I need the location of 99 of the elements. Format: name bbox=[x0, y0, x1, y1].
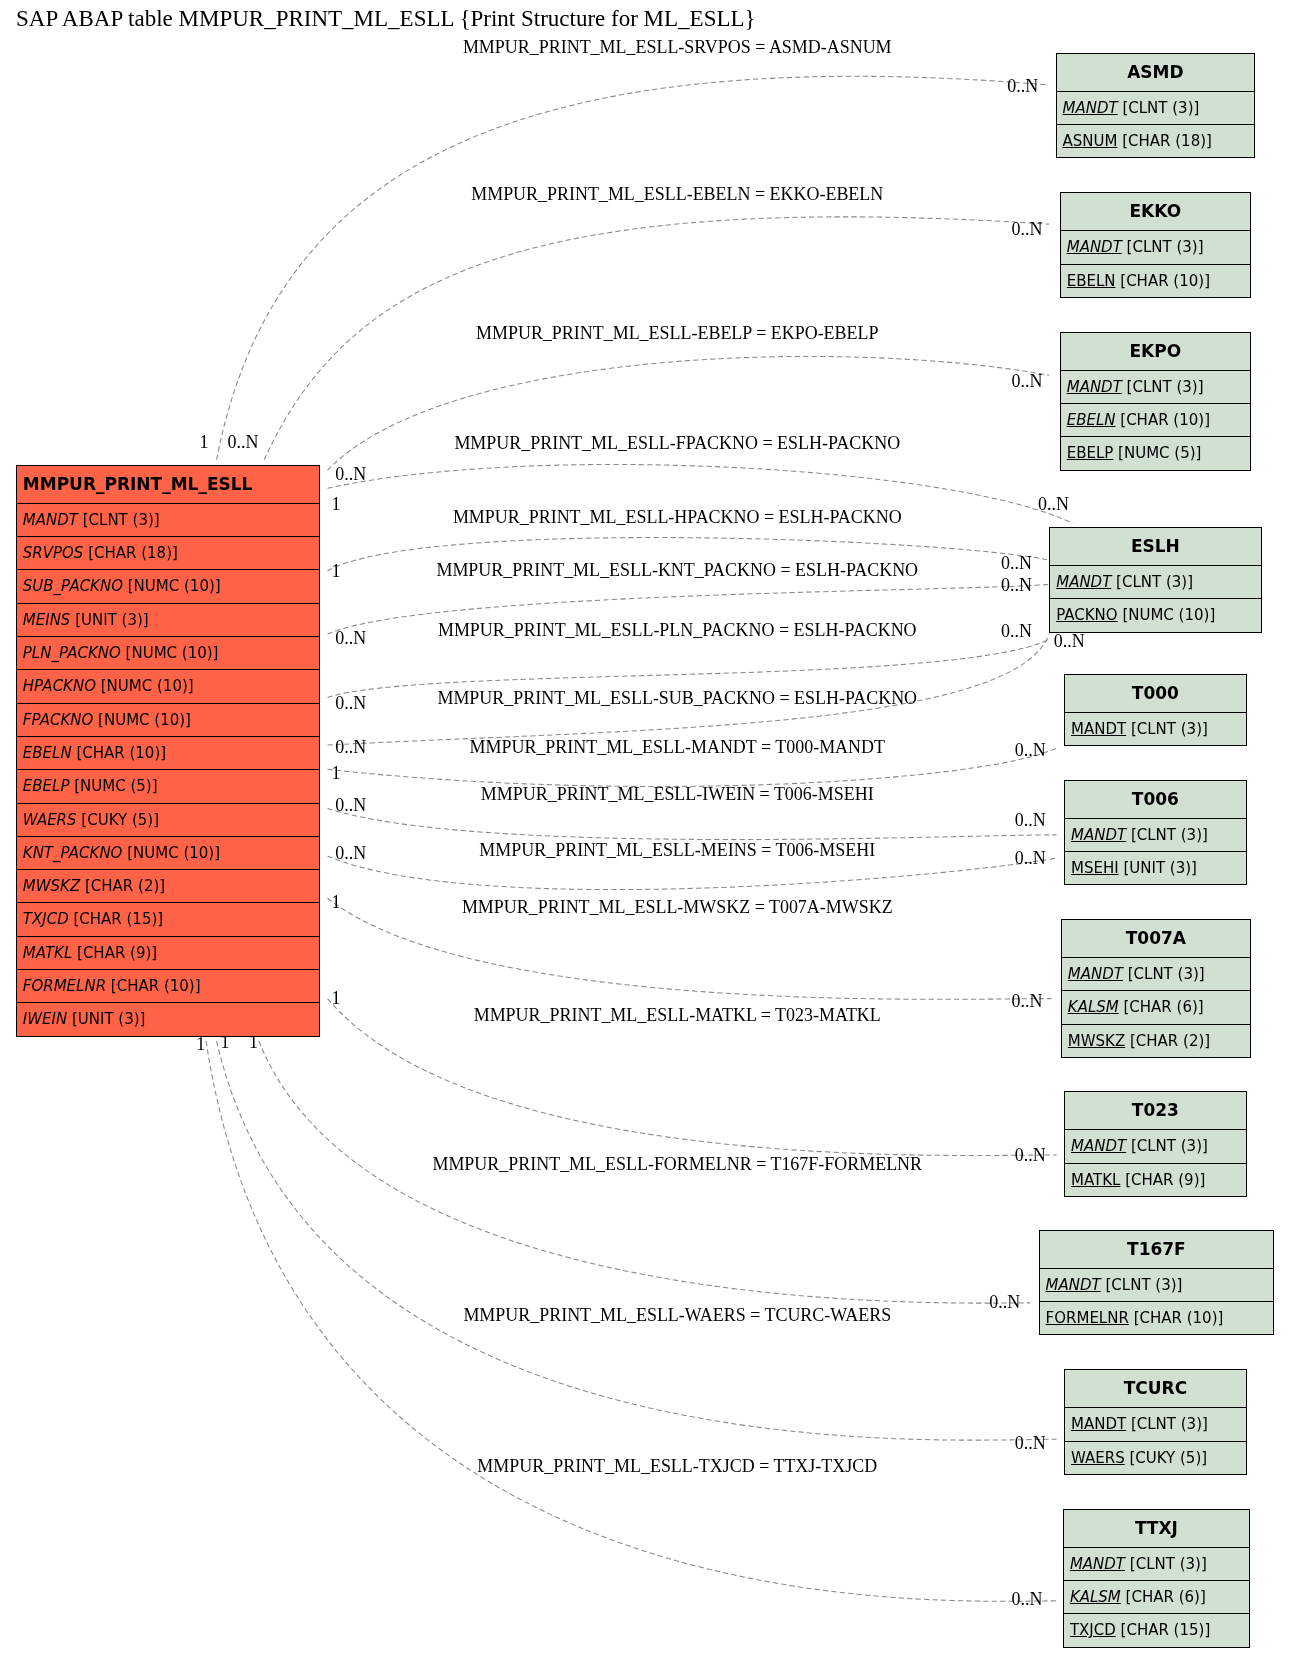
cardinality-label: 0..N bbox=[1011, 1589, 1043, 1610]
cardinality-label: 1 bbox=[331, 891, 341, 912]
relation-label: MMPUR_PRINT_ML_ESLL-KNT_PACKNO = ESLH-PACKNO bbox=[436, 560, 919, 580]
cardinality-label: 0..N bbox=[335, 794, 367, 815]
table-title: ASMD bbox=[1056, 53, 1255, 92]
table-field: EBELN [CHAR (10)] bbox=[16, 735, 320, 770]
table-field: FORMELNR [CHAR (10)] bbox=[16, 969, 320, 1003]
table-field: MSEHI [UNIT (3)] bbox=[1065, 851, 1246, 885]
table-field: MWSKZ [CHAR (2)] bbox=[16, 869, 320, 903]
table-field: KALSM [CHAR (6)] bbox=[1063, 1580, 1249, 1614]
table-field: MATKL [CHAR (9)] bbox=[1065, 1162, 1246, 1196]
table-field: EBELN [CHAR (10)] bbox=[1060, 403, 1250, 437]
relation-label: MMPUR_PRINT_ML_ESLL-FPACKNO = ESLH-PACKNO bbox=[454, 433, 901, 454]
table-field: KALSM [CHAR (6)] bbox=[1061, 990, 1250, 1024]
table-field: MATKL [CHAR (9)] bbox=[16, 935, 320, 970]
diagram-title: SAP ABAP table MMPUR_PRINT_ML_ESLL {Print Structure for ML_ESLL} bbox=[16, 6, 756, 32]
table-field: MANDT [CLNT (3)] bbox=[1063, 1547, 1249, 1581]
table-title: MMPUR_PRINT_ML_ESLL bbox=[16, 465, 320, 504]
relation-label: MMPUR_PRINT_ML_ESLL-TXJCD = TTXJ-TXJCD bbox=[477, 1455, 878, 1476]
table-field: MEINS [UNIT (3)] bbox=[16, 602, 320, 637]
table-field: HPACKNO [NUMC (10)] bbox=[16, 669, 320, 703]
relation-label: MMPUR_PRINT_ML_ESLL-SRVPOS = ASMD-ASNUM bbox=[462, 37, 892, 57]
cardinality-label: 1 bbox=[199, 432, 209, 453]
table-title: T006 bbox=[1065, 780, 1246, 819]
table-field: MANDT [CLNT (3)] bbox=[1065, 818, 1246, 851]
relation-label: MMPUR_PRINT_ML_ESLL-MATKL = T023-MATKL bbox=[473, 1004, 881, 1025]
table-field: SUB_PACKNO [NUMC (10)] bbox=[16, 569, 320, 603]
table-field: MWSKZ [CHAR (2)] bbox=[1061, 1023, 1250, 1058]
table-field: MANDT [CLNT (3)] bbox=[1065, 1130, 1246, 1163]
table-field: KNT_PACKNO [NUMC (10)] bbox=[16, 835, 320, 870]
relation-label: MMPUR_PRINT_ML_ESLL-WAERS = TCURC-WAERS bbox=[463, 1304, 892, 1325]
table-field: MANDT [CLNT (3)] bbox=[1065, 713, 1246, 746]
cardinality-label: 0..N bbox=[335, 463, 367, 484]
relation-label: MMPUR_PRINT_ML_ESLL-EBELN = EKKO-EBELN bbox=[471, 183, 884, 204]
cardinality-label: 0..N bbox=[1014, 848, 1046, 869]
cardinality-label: 0..N bbox=[1011, 370, 1043, 391]
cardinality-label: 1 bbox=[331, 494, 341, 515]
table-field: PLN_PACKNO [NUMC (10)] bbox=[16, 636, 320, 670]
table-title: T023 bbox=[1065, 1092, 1246, 1131]
cardinality-label: 0..N bbox=[227, 432, 259, 453]
cardinality-label: 0..N bbox=[989, 1292, 1021, 1313]
cardinality-label: 0..N bbox=[1014, 1145, 1046, 1166]
relation-label: MMPUR_PRINT_ML_ESLL-FORMELNR = T167F-FORMELNR bbox=[432, 1153, 923, 1174]
table-title: T167F bbox=[1039, 1230, 1274, 1269]
table-title: T000 bbox=[1065, 675, 1246, 714]
table-title: EKPO bbox=[1060, 332, 1250, 371]
table-field: TXJCD [CHAR (15)] bbox=[16, 902, 320, 936]
relation-label: MMPUR_PRINT_ML_ESLL-MANDT = T000-MANDT bbox=[469, 737, 885, 758]
table-field: FPACKNO [NUMC (10)] bbox=[16, 702, 320, 736]
table-title: EKKO bbox=[1060, 193, 1250, 232]
table-field: TXJCD [CHAR (15)] bbox=[1063, 1613, 1249, 1647]
cardinality-label: 0..N bbox=[1014, 739, 1046, 760]
table-field: WAERS [CUKY (5)] bbox=[16, 802, 320, 836]
table-field: EBELP [NUMC (5)] bbox=[1060, 436, 1250, 470]
cardinality-label: 0..N bbox=[1011, 991, 1043, 1012]
cardinality-label: 0..N bbox=[1000, 621, 1032, 642]
table-field: MANDT [CLNT (3)] bbox=[1060, 231, 1250, 264]
table-field: IWEIN [UNIT (3)] bbox=[16, 1002, 320, 1036]
table-title: T007A bbox=[1061, 920, 1250, 959]
cardinality-label: 0..N bbox=[1014, 810, 1046, 831]
table-title: TCURC bbox=[1065, 1370, 1246, 1409]
relation-label: MMPUR_PRINT_ML_ESLL-MWSKZ = T007A-MWSKZ bbox=[461, 897, 893, 917]
cardinality-label: 0..N bbox=[1037, 494, 1069, 515]
relation-label: MMPUR_PRINT_ML_ESLL-MEINS = T006-MSEHI bbox=[479, 839, 876, 860]
table-field: SRVPOS [CHAR (18)] bbox=[16, 536, 320, 570]
table-field: WAERS [CUKY (5)] bbox=[1065, 1440, 1246, 1474]
table-field: MANDT [CLNT (3)] bbox=[1061, 958, 1250, 991]
relation-label: MMPUR_PRINT_ML_ESLL-IWEIN = T006-MSEHI bbox=[480, 783, 874, 804]
table-field: MANDT [CLNT (3)] bbox=[1060, 370, 1250, 404]
table-field: MANDT [CLNT (3)] bbox=[1050, 566, 1261, 599]
cardinality-label: 0..N bbox=[335, 693, 367, 714]
cardinality-label: 0..N bbox=[335, 843, 367, 864]
cardinality-label: 0..N bbox=[335, 627, 367, 648]
relation-label: MMPUR_PRINT_ML_ESLL-SUB_PACKNO = ESLH-PACKNO bbox=[437, 687, 918, 708]
cardinality-label: 1 bbox=[196, 1034, 206, 1055]
table-field: PACKNO [NUMC (10)] bbox=[1050, 598, 1261, 632]
relation-label: MMPUR_PRINT_ML_ESLL-PLN_PACKNO = ESLH-PACKNO bbox=[437, 620, 917, 641]
table-title: ESLH bbox=[1050, 528, 1261, 567]
table-field: MANDT [CLNT (3)] bbox=[1056, 91, 1255, 125]
cardinality-label: 1 bbox=[331, 561, 341, 582]
table-field: EBELP [NUMC (5)] bbox=[16, 769, 320, 803]
cardinality-label: 0..N bbox=[335, 737, 367, 758]
relation-label: MMPUR_PRINT_ML_ESLL-EBELP = EKPO-EBELP bbox=[476, 323, 879, 344]
table-field: MANDT [CLNT (3)] bbox=[16, 503, 320, 537]
cardinality-label: 0..N bbox=[1011, 218, 1043, 239]
cardinality-label: 0..N bbox=[1014, 1432, 1046, 1453]
cardinality-label: 0..N bbox=[1000, 574, 1032, 595]
table-field: MANDT [CLNT (3)] bbox=[1039, 1268, 1274, 1302]
table-title: TTXJ bbox=[1063, 1509, 1249, 1548]
table-field: MANDT [CLNT (3)] bbox=[1065, 1408, 1246, 1441]
cardinality-label: 0..N bbox=[1000, 552, 1032, 573]
cardinality-label: 0..N bbox=[1007, 76, 1039, 97]
relation-label: MMPUR_PRINT_ML_ESLL-HPACKNO = ESLH-PACKNO bbox=[452, 507, 902, 528]
table-field: FORMELNR [CHAR (10)] bbox=[1039, 1301, 1274, 1335]
table-field: ASNUM [CHAR (18)] bbox=[1056, 124, 1255, 158]
cardinality-label: 1 bbox=[331, 762, 341, 783]
cardinality-label: 1 bbox=[331, 987, 341, 1008]
table-field: EBELN [CHAR (10)] bbox=[1060, 263, 1250, 297]
cardinality-label: 0..N bbox=[1053, 630, 1085, 651]
